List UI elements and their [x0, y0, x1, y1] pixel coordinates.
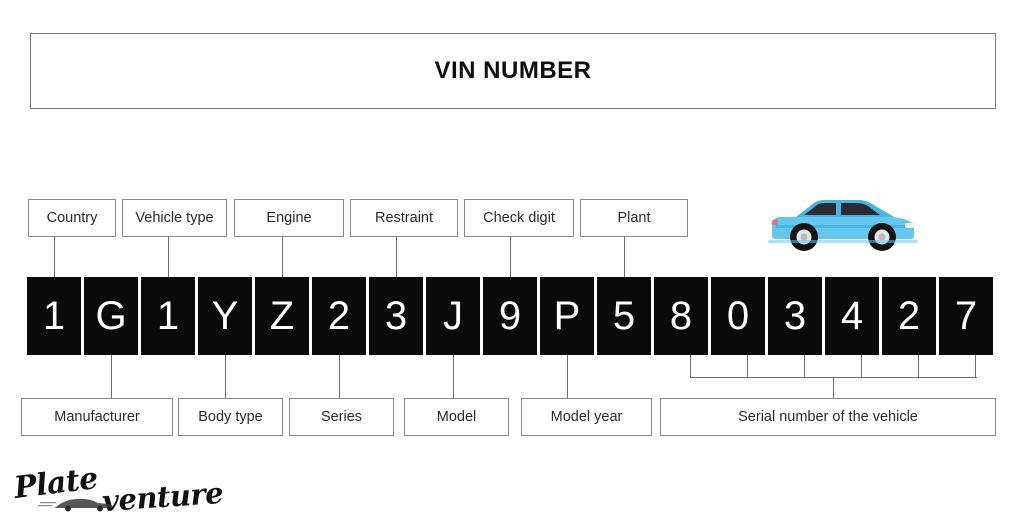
vin-cell: P	[540, 277, 594, 355]
top-label-check-digit-text: Check digit	[483, 210, 555, 226]
connector-engine	[282, 237, 284, 277]
serial-bracket-stem-6	[975, 355, 977, 378]
connector-country	[54, 237, 56, 277]
connector-check-digit	[510, 237, 512, 277]
vin-cell: 1	[141, 277, 195, 355]
bottom-label-manufacturer: Manufacturer	[21, 398, 173, 436]
vin-cell: 1	[27, 277, 81, 355]
vin-cell: J	[426, 277, 480, 355]
top-label-restraint: Restraint	[350, 199, 458, 237]
vin-character-strip: 1 G 1 Y Z 2 3 J 9 P 5 8 0 3 4 2 7	[27, 277, 993, 355]
bottom-label-model-text: Model	[436, 409, 477, 425]
connector-model-year	[567, 355, 569, 398]
blue-hatchback-car-icon	[768, 200, 918, 251]
serial-bracket-stem-4	[861, 355, 863, 378]
top-label-plant-text: Plant	[617, 210, 651, 226]
top-label-check-digit: Check digit	[464, 199, 574, 237]
top-label-restraint-text: Restraint	[374, 210, 434, 226]
top-label-engine-text: Engine	[266, 210, 312, 226]
serial-bracket-stem-1	[690, 355, 692, 378]
bottom-label-manufacturer-text: Manufacturer	[54, 409, 140, 425]
vin-cell: 8	[654, 277, 708, 355]
connector-manufacturer	[111, 355, 113, 398]
vin-cell: Y	[198, 277, 252, 355]
top-label-country: Country	[28, 199, 116, 237]
vin-cell: 5	[597, 277, 651, 355]
serial-bracket-center-stem	[833, 377, 835, 398]
vin-cell: 4	[825, 277, 879, 355]
serial-bracket-stem-5	[918, 355, 920, 378]
bottom-label-body-type: Body type	[178, 398, 283, 436]
connector-series	[339, 355, 341, 398]
vin-number-title-box: VIN NUMBER	[30, 33, 996, 109]
bottom-label-series: Series	[289, 398, 394, 436]
watermark-word-venture: venture	[100, 475, 225, 518]
serial-bracket-stem-3	[804, 355, 806, 378]
vin-cell: 3	[369, 277, 423, 355]
connector-model	[453, 355, 455, 398]
connector-body-type	[225, 355, 227, 398]
vin-cell: 3	[768, 277, 822, 355]
vin-cell: 2	[882, 277, 936, 355]
bottom-label-serial-number-text: Serial number of the vehicle	[738, 409, 918, 425]
connector-vehicle-type	[168, 237, 170, 277]
bottom-label-model-year-text: Model year	[550, 409, 623, 425]
vin-cell: 0	[711, 277, 765, 355]
bottom-label-body-type-text: Body type	[198, 409, 263, 425]
bottom-label-model: Model	[404, 398, 509, 436]
plate-venture-watermark: Plate venture	[10, 461, 224, 518]
serial-bracket-stem-2	[747, 355, 749, 378]
top-label-vehicle-type: Vehicle type	[122, 199, 227, 237]
top-label-country-text: Country	[46, 210, 98, 226]
vin-cell: Z	[255, 277, 309, 355]
page-title: VIN NUMBER	[434, 57, 592, 84]
top-label-vehicle-type-text: Vehicle type	[135, 210, 214, 226]
vin-cell: G	[84, 277, 138, 355]
vin-cell: 7	[939, 277, 993, 355]
vin-cell: 2	[312, 277, 366, 355]
bottom-label-serial-number: Serial number of the vehicle	[660, 398, 996, 436]
bottom-label-series-text: Series	[320, 409, 363, 425]
connector-restraint	[396, 237, 398, 277]
bottom-label-model-year: Model year	[521, 398, 652, 436]
vin-cell: 9	[483, 277, 537, 355]
top-label-plant: Plant	[580, 199, 688, 237]
connector-plant	[624, 237, 626, 277]
car-silhouette-icon	[38, 498, 112, 512]
top-label-engine: Engine	[234, 199, 344, 237]
